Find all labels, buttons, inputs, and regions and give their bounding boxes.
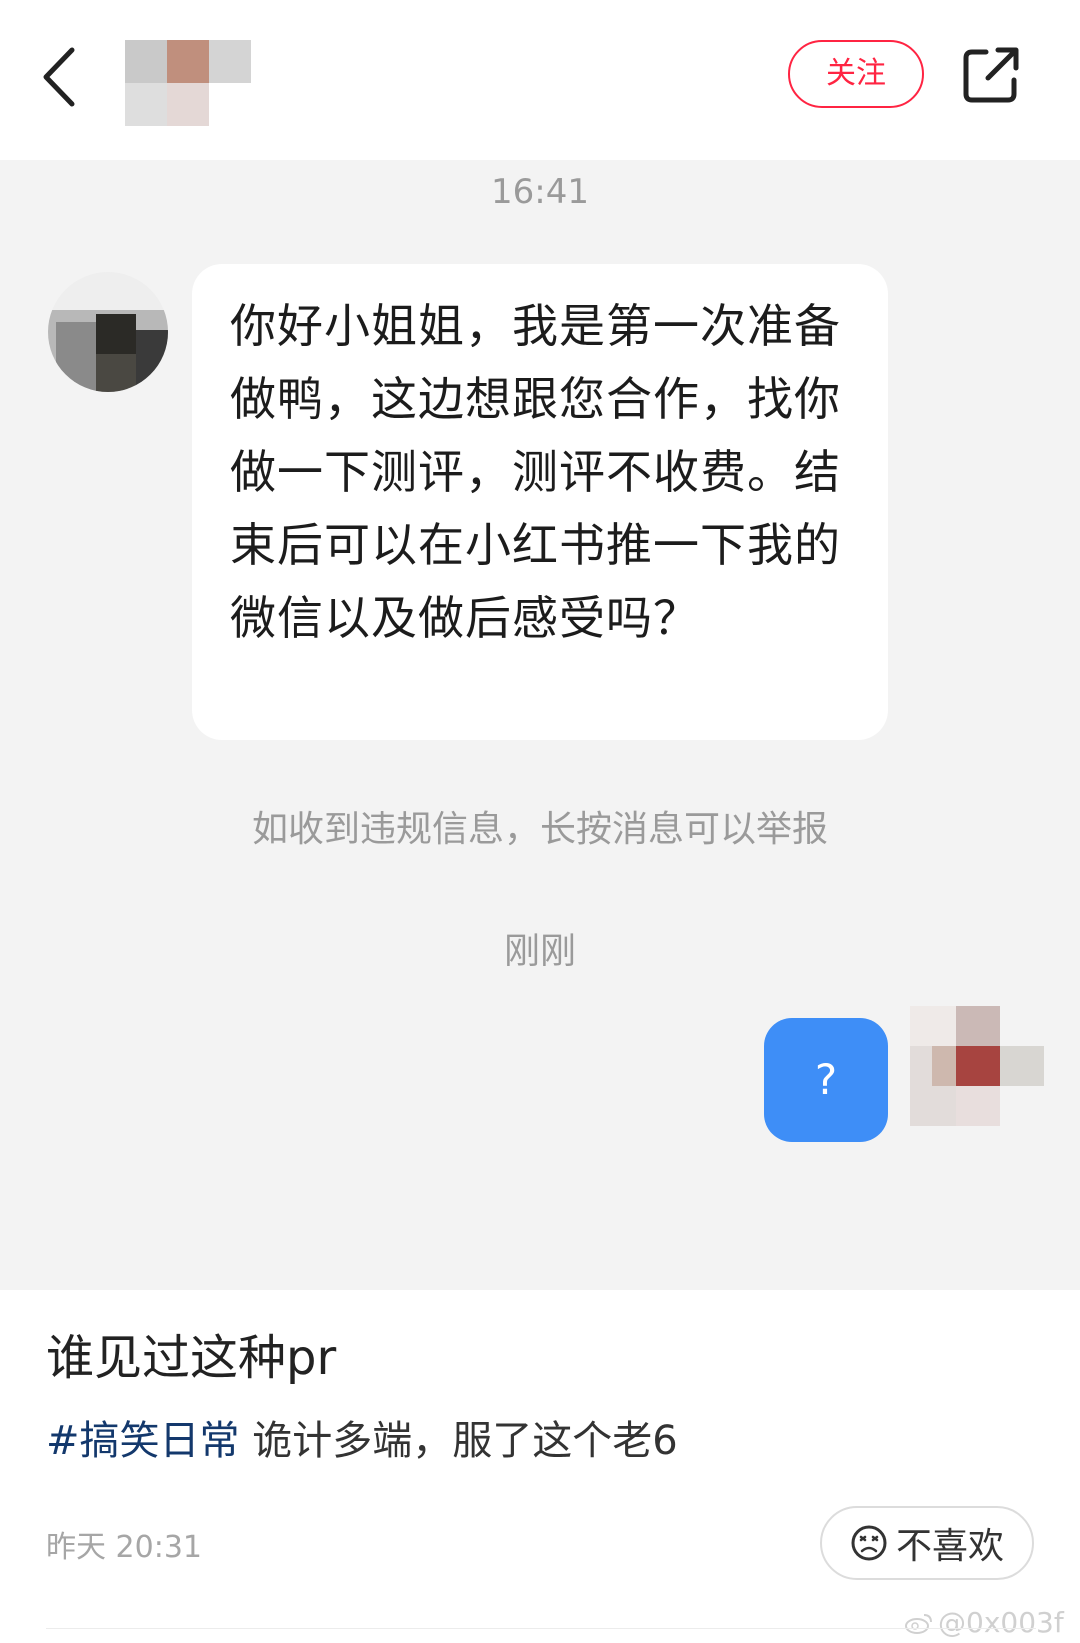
- share-button[interactable]: [960, 44, 1022, 106]
- post-description-text: 诡计多端，服了这个老6: [239, 1418, 678, 1464]
- follow-button[interactable]: 关注: [788, 40, 924, 108]
- incoming-message-bubble[interactable]: 你好小姐姐，我是第一次准备做鸭，这边想跟您合作，找你做一下测评，测评不收费。结束…: [192, 264, 888, 740]
- watermark: @0x003f: [904, 1606, 1064, 1639]
- weibo-logo-icon: [905, 1613, 932, 1634]
- share-external-icon: [963, 47, 1019, 103]
- back-button[interactable]: [36, 42, 86, 112]
- post-timestamp: 昨天 20:31: [46, 1530, 202, 1565]
- post-description: #搞笑日常 诡计多端，服了这个老6: [46, 1408, 678, 1466]
- message-timestamp-recent: 刚刚: [503, 931, 576, 972]
- chat-area[interactable]: 16:41 你好小姐姐，我是第一次准备做鸭，这边想跟您合作，找你做一下测评，测评…: [0, 160, 1080, 1290]
- watermark-text: @0x003f: [938, 1606, 1064, 1639]
- frown-face-icon: [851, 1525, 887, 1561]
- avatar[interactable]: [125, 40, 251, 126]
- hashtag-link[interactable]: #搞笑日常: [46, 1418, 240, 1464]
- dislike-button[interactable]: 不喜欢: [820, 1506, 1034, 1580]
- chevron-left-icon: [43, 47, 75, 107]
- outgoing-message-bubble[interactable]: ?: [764, 1018, 888, 1142]
- chat-header: 关注: [0, 0, 1080, 161]
- divider: [46, 1628, 1036, 1629]
- my-avatar[interactable]: [910, 1006, 1044, 1156]
- post-title: 谁见过这种pr: [46, 1330, 337, 1386]
- sender-avatar[interactable]: [46, 270, 170, 394]
- message-timestamp: 16:41: [491, 172, 589, 212]
- report-notice: 如收到违规信息，长按消息可以举报: [251, 809, 828, 850]
- incoming-message-text: 你好小姐姐，我是第一次准备做鸭，这边想跟您合作，找你做一下测评，测评不收费。结束…: [230, 299, 841, 645]
- dislike-label: 不喜欢: [895, 1526, 1004, 1567]
- post-section: 谁见过这种pr #搞笑日常 诡计多端，服了这个老6 昨天 20:31 不喜欢 @…: [0, 1290, 1080, 1643]
